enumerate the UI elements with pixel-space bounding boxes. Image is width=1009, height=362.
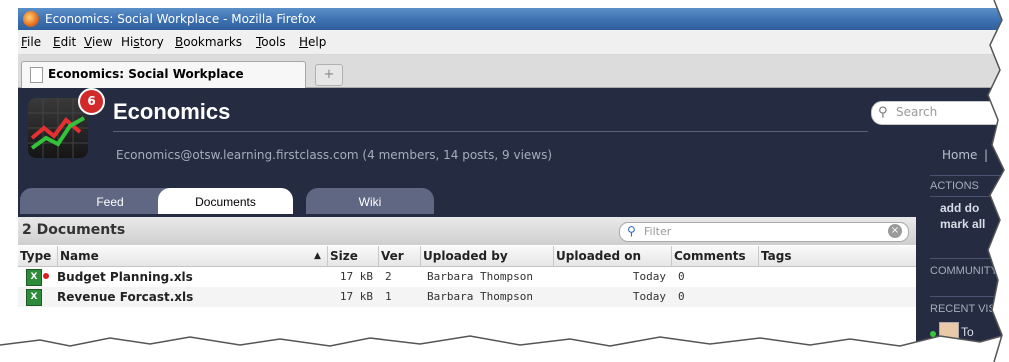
window-title: Economics: Social Workplace - Mozilla Fi… — [45, 12, 317, 26]
document-uploader: Barbara Thompson — [427, 290, 533, 303]
document-count: 2 Documents — [22, 222, 126, 238]
torn-edge-right — [987, 0, 1009, 362]
column-uploaded-by[interactable]: Uploaded by — [421, 246, 554, 266]
menu-tools[interactable]: Tools — [256, 35, 286, 49]
excel-file-icon: X — [26, 289, 42, 306]
column-name[interactable]: Name — [58, 246, 328, 266]
actions-heading: ACTIONS — [930, 180, 979, 192]
group-info: Economics@otsw.learning.firstclass.com (… — [116, 148, 553, 162]
table-row[interactable]: X Budget Planning.xls 17 kB 2 Barbara Th… — [18, 267, 916, 287]
page-icon — [30, 67, 43, 83]
menu-history[interactable]: History — [121, 35, 164, 49]
mark-all-link[interactable]: mark all — [940, 217, 985, 231]
document-upload-date: Today — [632, 290, 666, 303]
sort-ascending-icon[interactable]: ▲ — [310, 246, 328, 266]
group-title: Economics — [113, 99, 231, 124]
menu-bookmarks[interactable]: Bookmarks — [175, 35, 242, 49]
new-tab-button[interactable]: + — [315, 64, 343, 86]
document-comments: 0 — [678, 290, 685, 303]
filter-input[interactable]: ⚲ Filter × — [619, 222, 909, 242]
search-icon: ⚲ — [627, 224, 636, 238]
document-uploader: Barbara Thompson — [427, 270, 533, 283]
column-size[interactable]: Size — [328, 246, 379, 266]
home-link[interactable]: Home — [942, 148, 977, 162]
firefox-icon — [23, 11, 39, 27]
flag-icon — [43, 273, 49, 279]
search-icon: ⚲ — [878, 105, 888, 120]
column-uploaded-on[interactable]: Uploaded on — [554, 246, 672, 266]
window-titlebar[interactable]: Economics: Social Workplace - Mozilla Fi… — [18, 8, 1009, 30]
document-name[interactable]: Budget Planning.xls — [54, 267, 324, 287]
document-size: 17 kB — [339, 270, 373, 283]
column-version[interactable]: Ver — [379, 246, 421, 266]
clear-filter-icon[interactable]: × — [888, 224, 902, 238]
title-divider — [113, 131, 868, 132]
table-header: Type Name ▲ Size Ver Uploaded by Uploade… — [18, 246, 916, 267]
notification-badge: 6 — [78, 88, 105, 115]
tab-documents[interactable]: Documents — [158, 188, 293, 214]
menu-help[interactable]: Help — [299, 35, 326, 49]
menu-bar: File Edit View History Bookmarks Tools H… — [18, 30, 1009, 55]
menu-view[interactable]: View — [84, 35, 112, 49]
excel-file-icon: X — [26, 269, 42, 286]
menu-file[interactable]: File — [21, 35, 41, 49]
document-version: 1 — [385, 290, 392, 303]
column-type[interactable]: Type — [18, 246, 58, 266]
document-name[interactable]: Revenue Forcast.xls — [54, 287, 324, 307]
table-row[interactable]: X Revenue Forcast.xls 17 kB 1 Barbara Th… — [18, 287, 916, 307]
document-version: 2 — [385, 270, 392, 283]
add-document-link[interactable]: add do — [940, 201, 979, 215]
browser-tab-strip: Economics: Social Workplace + — [18, 55, 1009, 88]
document-size: 17 kB — [339, 290, 373, 303]
menu-edit[interactable]: Edit — [53, 35, 76, 49]
search-placeholder: Search — [896, 105, 938, 119]
documents-header: 2 Documents ⚲ Filter × — [18, 217, 916, 245]
torn-edge — [0, 333, 1009, 362]
filter-placeholder: Filter — [644, 225, 672, 238]
document-comments: 0 — [678, 270, 685, 283]
column-comments[interactable]: Comments — [672, 246, 759, 266]
browser-tab-label: Economics: Social Workplace — [48, 67, 244, 81]
document-upload-date: Today — [632, 270, 666, 283]
browser-tab[interactable]: Economics: Social Workplace — [21, 61, 306, 88]
column-tags[interactable]: Tags — [759, 246, 916, 266]
tab-wiki[interactable]: Wiki — [306, 188, 434, 214]
